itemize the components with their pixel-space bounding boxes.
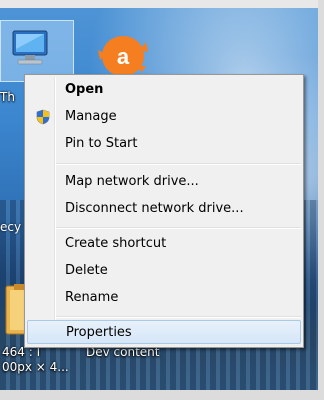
menu-item-label: Properties: [66, 325, 132, 340]
menu-item-pin-to-start[interactable]: Pin to Start: [27, 132, 301, 156]
context-menu: Open Manage Pin to Start Map network dri…: [24, 74, 304, 348]
menu-item-properties[interactable]: Properties: [27, 320, 301, 344]
menu-item-label: Create shortcut: [65, 236, 167, 251]
screen-edge-top: [0, 0, 324, 8]
menu-item-label: Open: [65, 82, 104, 97]
menu-separator: [56, 227, 301, 229]
computer-icon: [12, 30, 48, 65]
menu-item-label: Pin to Start: [65, 136, 138, 151]
this-pc-desktop-icon[interactable]: [0, 20, 74, 82]
menu-item-label: Disconnect network drive...: [65, 201, 244, 216]
menu-item-label: Map network drive...: [65, 174, 199, 189]
uac-shield-icon: [36, 109, 50, 125]
menu-item-label: Manage: [65, 109, 117, 124]
avast-icon[interactable]: a: [96, 32, 150, 80]
menu-item-create-shortcut[interactable]: Create shortcut: [27, 232, 301, 256]
menu-item-open[interactable]: Open: [27, 78, 301, 102]
screen-edge-bottom: [0, 390, 324, 400]
avast-logo-letter: a: [117, 44, 130, 69]
menu-item-disconnect-network-drive[interactable]: Disconnect network drive...: [27, 197, 301, 221]
menu-item-map-network-drive[interactable]: Map network drive...: [27, 170, 301, 194]
menu-item-rename[interactable]: Rename: [27, 286, 301, 310]
desktop-icon-label-fragment: ecy: [0, 220, 22, 234]
menu-item-delete[interactable]: Delete: [27, 259, 301, 283]
menu-item-label: Delete: [65, 263, 108, 278]
menu-separator: [56, 163, 301, 165]
this-pc-label: Th: [0, 90, 15, 104]
desktop-file-label-2: 00px × 4...: [2, 360, 69, 374]
screen-edge-right: [318, 0, 324, 400]
menu-item-label: Rename: [65, 290, 119, 305]
menu-item-manage[interactable]: Manage: [27, 105, 301, 129]
menu-separator: [56, 316, 301, 318]
